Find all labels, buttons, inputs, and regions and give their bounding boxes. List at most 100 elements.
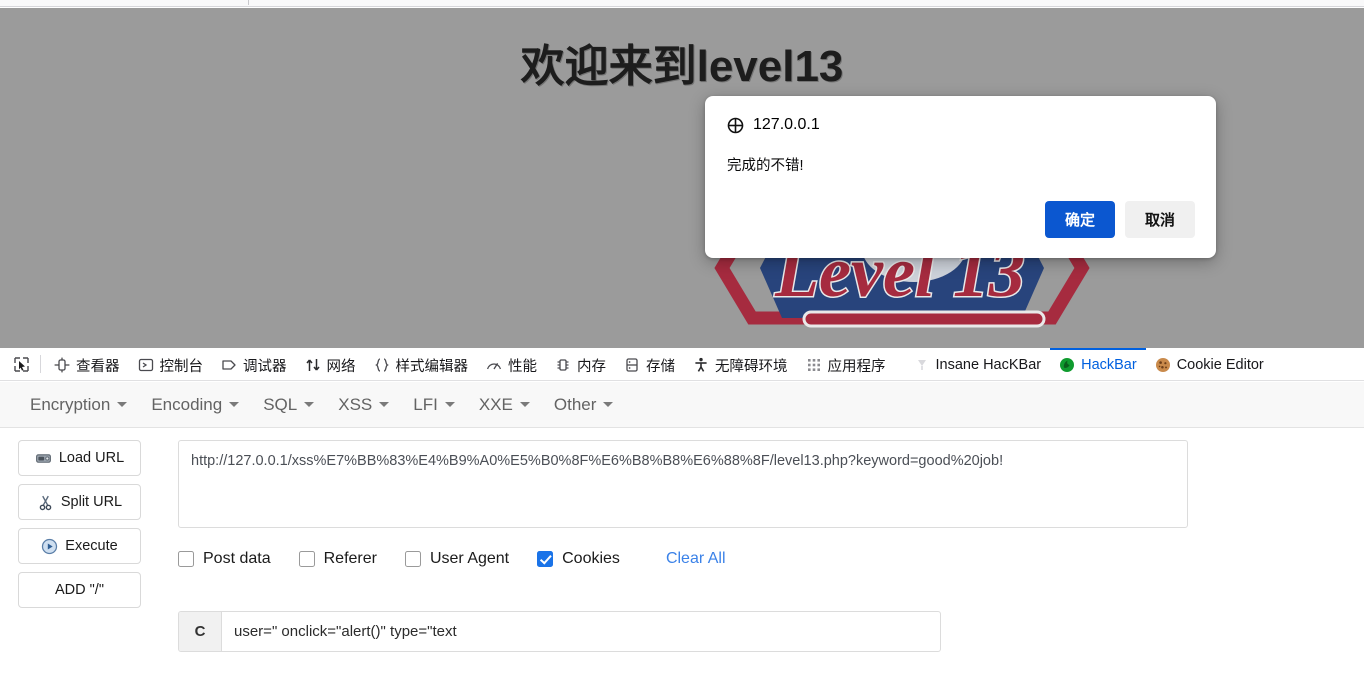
devtools-tab-label: Cookie Editor <box>1176 357 1264 373</box>
option-referer[interactable]: Referer <box>298 550 377 568</box>
devtools-tab-label: 调试器 <box>243 358 287 375</box>
hackbar-menu-sql[interactable]: SQL <box>251 391 326 419</box>
devtools-tab-label: 应用程序 <box>827 358 886 375</box>
url-input[interactable] <box>178 440 1188 528</box>
storage-icon <box>626 358 638 372</box>
hackbar-menu-label: XSS <box>338 394 373 414</box>
scissors-icon <box>39 495 52 510</box>
devtools-tab-label: 性能 <box>508 358 537 375</box>
option-post-data[interactable]: Post data <box>178 550 271 568</box>
devtools-tab-style-editor[interactable]: 样式编辑器 <box>365 348 478 381</box>
devtools-tab-cookie-editor[interactable]: Cookie Editor <box>1146 348 1273 381</box>
hackbar-button-label: Execute <box>65 538 118 554</box>
play-icon <box>42 538 58 554</box>
devtools-tab-inspector[interactable]: 查看器 <box>45 348 129 381</box>
hackbar-menu-label: XXE <box>478 394 513 414</box>
insane-hackbar-icon <box>917 360 926 370</box>
memory-icon <box>557 359 569 371</box>
devtools-tab-label: 网络 <box>326 358 356 375</box>
performance-icon <box>486 363 502 370</box>
add-slash-button[interactable]: ADD "/" <box>18 572 141 608</box>
cookie-input[interactable] <box>222 612 940 651</box>
devtools-tab-accessibility[interactable]: 无障碍环境 <box>684 348 797 381</box>
hackbar-panel: Load URL Split URL Execute ADD "/" http:… <box>0 428 1364 693</box>
debugger-icon <box>222 360 236 370</box>
chevron-down-icon <box>379 402 390 407</box>
hackbar-button-label: ADD "/" <box>55 582 104 598</box>
chrome-tick-mark <box>248 0 249 5</box>
referer-checkbox[interactable] <box>298 551 315 567</box>
dialog-message: 完成的不错! <box>727 158 804 174</box>
split-url-button[interactable]: Split URL <box>18 484 141 520</box>
cookies-checkbox[interactable] <box>537 551 554 567</box>
style-editor-icon <box>374 358 389 372</box>
hackbar-button-label: Load URL <box>58 450 125 466</box>
option-cookies[interactable]: Cookies <box>537 550 620 568</box>
chevron-down-icon <box>444 402 455 407</box>
option-label: Post data <box>203 550 271 567</box>
devtools-toolbar: 查看器 控制台 调试器 网络 样式编辑器 性能 内存 存储 无障碍环境 应用程序… <box>0 347 1364 381</box>
dialog-confirm-button[interactable]: 确定 <box>1045 201 1115 238</box>
devtools-tab-performance[interactable]: 性能 <box>477 348 546 381</box>
load-url-button[interactable]: Load URL <box>18 440 141 476</box>
option-label: Cookies <box>562 550 620 567</box>
option-label: User Agent <box>429 550 510 567</box>
devtools-tab-insane-hackbar[interactable]: Insane HacKBar <box>905 348 1051 381</box>
hackbar-menu-encryption[interactable]: Encryption <box>18 391 139 419</box>
element-picker-button[interactable] <box>6 349 36 379</box>
hackbar-icon <box>1060 358 1075 372</box>
accessibility-icon <box>695 357 707 372</box>
dialog-actions: 确定 取消 <box>1045 201 1195 238</box>
hackbar-menu-label: Other <box>553 394 597 414</box>
post-data-checkbox[interactable] <box>178 551 194 567</box>
devtools-tab-label: 查看器 <box>76 358 120 375</box>
hackbar-menubar: Encryption Encoding SQL XSS LFI XXE Othe… <box>0 382 1364 428</box>
dialog-header: 127.0.0.1 <box>727 114 1194 136</box>
devtools-tab-storage[interactable]: 存储 <box>615 348 684 381</box>
load-url-icon <box>35 453 51 463</box>
hackbar-menu-label: Encoding <box>151 394 223 414</box>
hackbar-menu-label: Encryption <box>30 394 111 414</box>
devtools-tab-console[interactable]: 控制台 <box>129 348 213 381</box>
devtools-tab-hackbar[interactable]: HackBar <box>1050 347 1146 381</box>
devtools-tab-label: 样式编辑器 <box>395 358 469 375</box>
chevron-down-icon <box>304 402 315 407</box>
devtools-tab-memory[interactable]: 内存 <box>546 348 615 381</box>
devtools-tab-application[interactable]: 应用程序 <box>797 348 895 381</box>
inspector-icon <box>54 357 70 373</box>
chevron-down-icon <box>603 402 614 407</box>
hackbar-menu-encoding[interactable]: Encoding <box>139 391 251 419</box>
cookie-prefix-label: C <box>179 612 222 651</box>
network-icon <box>305 359 320 371</box>
hackbar-menu-label: LFI <box>413 394 438 414</box>
chevron-down-icon <box>229 402 240 407</box>
hackbar-menu-other[interactable]: Other <box>542 391 626 419</box>
devtools-tab-label: 控制台 <box>159 358 204 375</box>
chevron-down-icon <box>519 402 530 407</box>
hackbar-menu-xss[interactable]: XSS <box>326 391 401 419</box>
hackbar-menu-xxe[interactable]: XXE <box>467 391 542 419</box>
cursor-picker-icon <box>13 356 29 372</box>
page-title: 欢迎来到level13 <box>520 42 844 91</box>
execute-button[interactable]: Execute <box>18 528 141 564</box>
cookie-icon <box>1155 358 1170 372</box>
clear-all-link[interactable]: Clear All <box>666 550 726 568</box>
option-label: Referer <box>323 550 377 567</box>
hackbar-menu-label: SQL <box>263 394 298 414</box>
dialog-origin: 127.0.0.1 <box>753 116 820 133</box>
user-agent-checkbox[interactable] <box>404 551 421 567</box>
option-user-agent[interactable]: User Agent <box>404 550 510 568</box>
devtools-tab-network[interactable]: 网络 <box>296 348 365 381</box>
hackbar-menu-lfi[interactable]: LFI <box>401 391 467 419</box>
dialog-cancel-button[interactable]: 取消 <box>1125 201 1195 238</box>
request-options-row: Post data Referer User Agent Cookies Cle… <box>178 546 726 572</box>
devtools-tab-label: 无障碍环境 <box>715 358 788 375</box>
devtools-tab-label: Insane HacKBar <box>935 357 1042 373</box>
screenshot-root: 欢迎来到level13 Level 13 127.0.0.1 完成的不错! 确定… <box>0 0 1364 693</box>
devtools-tab-label: 内存 <box>577 358 606 375</box>
cookie-field-row: C <box>178 611 941 652</box>
toolbar-separator <box>40 355 41 373</box>
globe-icon <box>727 117 744 133</box>
devtools-tab-label: HackBar <box>1081 357 1137 373</box>
devtools-tab-debugger[interactable]: 调试器 <box>212 348 296 381</box>
